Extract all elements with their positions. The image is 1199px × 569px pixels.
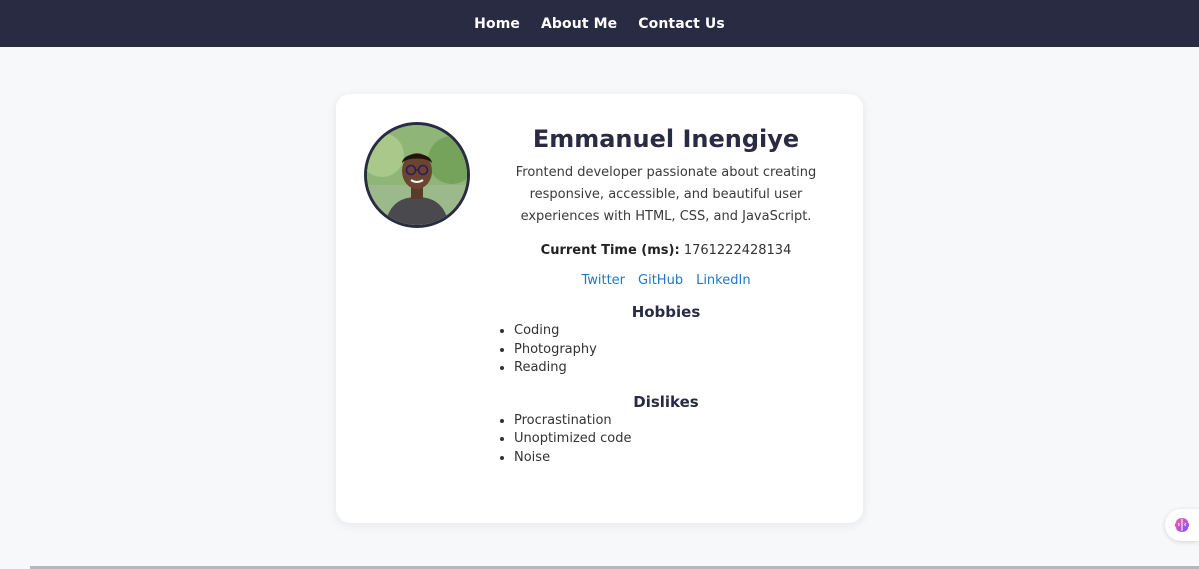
- list-item: Photography: [514, 341, 836, 360]
- list-item: Noise: [514, 449, 836, 468]
- current-time-row: Current Time (ms): 1761222428134: [496, 243, 836, 258]
- nav-home-link[interactable]: Home: [474, 16, 520, 32]
- nav-contact-link[interactable]: Contact Us: [638, 16, 725, 32]
- floating-assistant-button[interactable]: [1165, 509, 1199, 541]
- profile-photo-icon: [367, 125, 467, 225]
- linkedin-link[interactable]: LinkedIn: [696, 273, 750, 288]
- profile-name: Emmanuel Inengiye: [532, 125, 800, 153]
- current-time-label: Current Time (ms):: [540, 243, 680, 258]
- profile-bio: Frontend developer passionate about crea…: [515, 165, 817, 224]
- profile-card: Emmanuel Inengiye Frontend developer pas…: [336, 94, 863, 523]
- hobbies-list: Coding Photography Reading: [496, 322, 836, 378]
- twitter-link[interactable]: Twitter: [581, 273, 625, 288]
- hobbies-title: Hobbies: [631, 303, 701, 321]
- avatar: [364, 122, 470, 228]
- nav-about-link[interactable]: About Me: [541, 16, 617, 32]
- top-navbar: Home About Me Contact Us: [0, 0, 1199, 47]
- list-item: Reading: [514, 359, 836, 378]
- dislikes-title: Dislikes: [633, 392, 699, 411]
- profile-content: Emmanuel Inengiye Frontend developer pas…: [496, 122, 836, 467]
- list-item: Unoptimized code: [514, 430, 836, 449]
- brain-icon: [1174, 518, 1190, 532]
- dislikes-list: Procrastination Unoptimized code Noise: [496, 412, 836, 468]
- list-item: Coding: [514, 322, 836, 341]
- github-link[interactable]: GitHub: [638, 273, 683, 288]
- list-item: Procrastination: [514, 412, 836, 431]
- social-links: Twitter GitHub LinkedIn: [496, 273, 836, 288]
- current-time-value: 1761222428134: [683, 243, 792, 258]
